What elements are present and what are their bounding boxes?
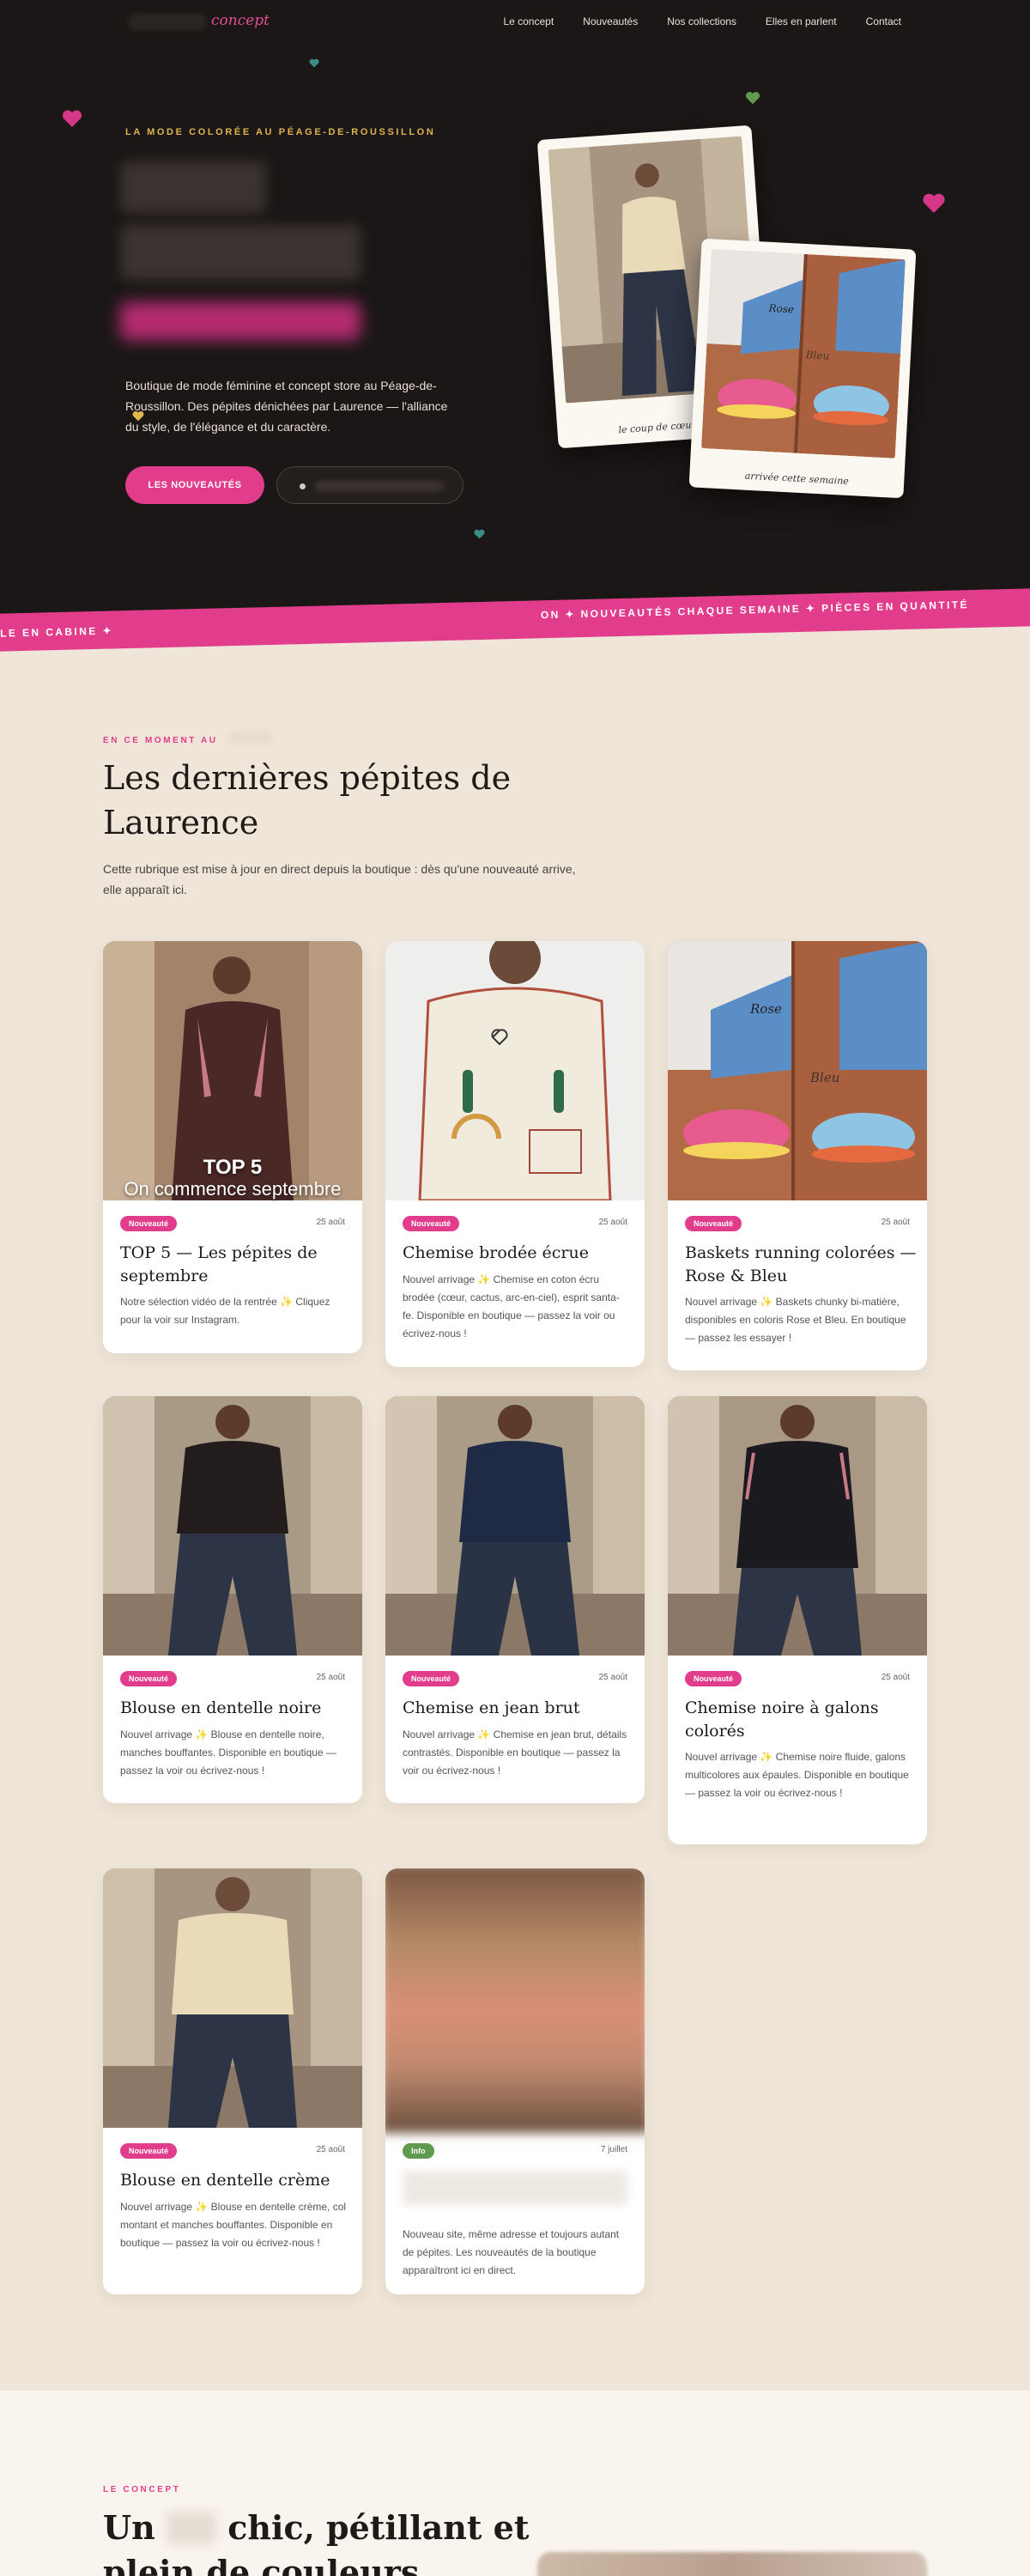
concept-section: LE CONCEPT Un chic, pétillant et plein d… [0,2391,1030,2576]
nouveautes-button[interactable]: LES NOUVEAUTÉS [125,466,264,504]
hero-title-blurred-line-1 [120,161,266,213]
polaroid-arrivee: Rose Bleu arrivée cette semaine [688,238,917,499]
card-image-chemise-jean[interactable] [385,1396,645,1656]
card-text: Nouveau site, même adresse et toujours a… [403,2228,620,2276]
card-badge: Nouveauté [685,1671,742,1686]
logo-blurred[interactable] [129,14,206,31]
news-description: Cette rubrique est mise à jour en direct… [103,862,576,896]
concept-title: Un chic, pétillant et plein de couleurs [103,2506,549,2576]
card-image-chemise-noire[interactable] [668,1396,927,1656]
polaroid-2-caption: arrivée cette semaine [744,470,850,487]
card-image-blouse-noire[interactable] [103,1396,362,1656]
nav-link-collections[interactable]: Nos collections [667,15,736,27]
news-card[interactable]: Nouveauté 25 août Blouse en dentelle noi… [103,1396,362,1803]
card-title[interactable]: TOP 5 — Les pépites de septembre [120,1242,352,1288]
card-badge: Nouveauté [120,1216,178,1231]
card-title[interactable]: Baskets running colorées — Rose & Bleu [685,1242,917,1288]
video-overlay-subtitle: On commence septembre [124,1178,342,1200]
ticker-text-left: LE EN CABINE ✦ [0,624,114,640]
card-text: Nouvel arrivage ✨ Blouse en dentelle noi… [120,1728,336,1777]
card-badge: Nouveauté [403,1216,460,1231]
card-image-blouse-creme[interactable] [103,1868,362,2128]
news-card[interactable]: TOP 5 On commence septembre Nouveauté 25… [103,941,362,1353]
heart-icon-green [745,91,760,105]
card-text: Nouvel arrivage ✨ Blouse en dentelle crè… [120,2201,347,2249]
card-text: Nouvel arrivage ✨ Chemise en jean brut, … [403,1728,627,1777]
nav-link-concept[interactable]: Le concept [503,15,554,27]
hero-section: concept Le concept Nouveautés Nos collec… [0,0,1030,618]
secondary-button[interactable] [276,466,464,504]
card-date: 7 juillet [600,2145,627,2154]
video-overlay-title: TOP 5 [203,1156,263,1179]
news-title: Les dernières pépites de Laurence [103,759,512,841]
heart-icon-teal-small [474,529,485,539]
card-date: 25 août [316,1673,345,1682]
concept-image [537,2552,927,2576]
news-kicker-blurred [230,732,271,744]
card-date: 25 août [881,1218,910,1227]
news-card[interactable]: Nouveauté 25 août Chemise brodée écrue N… [385,941,645,1367]
card-text: Nouvel arrivage ✨ Baskets chunky bi-mati… [685,1296,906,1344]
hero-kicker: LA MODE COLORÉE AU PÉAGE-DE-ROUSSILLON [125,127,436,137]
card-badge: Nouveauté [120,2143,178,2159]
card-badge: Nouveauté [685,1216,742,1231]
news-card-info[interactable]: Info 7 juillet Nouveau site, même adress… [385,1868,645,2294]
news-card[interactable]: Nouveauté 25 août Chemise noire à galons… [668,1396,927,1844]
card-image-video[interactable]: TOP 5 On commence septembre [103,941,362,1200]
news-card[interactable]: Rose Bleu Nouveauté 25 août Baskets runn… [668,941,927,1370]
card-image-chemise-brodee[interactable] [385,941,645,1202]
card-title-blurred [403,2171,627,2205]
nav-links: Le concept Nouveautés Nos collections El… [503,15,901,27]
card-image-blurred[interactable] [385,1868,645,2134]
polaroid-photo-sneakers: Rose Bleu [700,249,906,459]
hero-title-blurred-line-2 [120,225,360,280]
logo-word[interactable]: concept [211,12,270,29]
card-badge: Nouveauté [120,1671,178,1686]
card-text: Nouvel arrivage ✨ Chemise en coton écru … [403,1273,620,1340]
card-title[interactable]: Blouse en dentelle crème [120,2169,352,2192]
top-navigation: concept Le concept Nouveautés Nos collec… [0,0,1030,45]
card-image-label-rose: Rose [750,1001,782,1017]
nav-link-contact[interactable]: Contact [866,15,901,27]
card-title[interactable]: Blouse en dentelle noire [120,1697,352,1720]
card-date: 25 août [598,1673,627,1682]
news-card[interactable]: Nouveauté 25 août Blouse en dentelle crè… [103,1868,362,2294]
nav-link-temoignages[interactable]: Elles en parlent [766,15,837,27]
card-date: 25 août [316,1218,345,1227]
card-title[interactable]: Chemise en jean brut [403,1697,634,1720]
heart-icon-teal [309,58,319,68]
news-kicker: EN CE MOMENT AU [103,736,218,745]
heart-icon-pink-right [922,192,946,214]
card-image-label-bleu: Bleu [810,1070,840,1085]
card-text: Notre sélection vidéo de la rentrée ✨ Cl… [120,1296,330,1326]
status-dot-icon [300,483,306,489]
card-title[interactable]: Chemise noire à galons colorés [685,1697,917,1743]
card-date: 25 août [598,1218,627,1227]
hero-title-blurred-line-3 [120,302,360,340]
secondary-button-blurred-label [315,481,444,491]
heart-icon-pink [62,109,82,128]
polaroid-label-rose: Rose [768,301,795,316]
concept-title-blurred-word [167,2512,217,2544]
card-badge: Nouveauté [403,1671,460,1686]
hero-description: Boutique de mode féminine et concept sto… [125,379,448,434]
card-text: Nouvel arrivage ✨ Chemise noire fluide, … [685,1751,909,1799]
news-card[interactable]: Nouveauté 25 août Chemise en jean brut N… [385,1396,645,1803]
card-date: 25 août [881,1673,910,1682]
ticker-text-right: ON ✦ NOUVEAUTÉS CHAQUE SEMAINE ✦ PIÈCES … [540,598,970,622]
concept-kicker: LE CONCEPT [103,2485,181,2494]
polaroid-label-bleu: Bleu [805,349,830,362]
concept-title-start: Un [103,2508,155,2547]
card-image-baskets[interactable]: Rose Bleu [668,941,927,1200]
card-title[interactable]: Chemise brodée écrue [403,1242,634,1265]
card-date: 25 août [316,2145,345,2154]
card-badge-info: Info [403,2143,434,2159]
nav-link-nouveautes[interactable]: Nouveautés [583,15,638,27]
